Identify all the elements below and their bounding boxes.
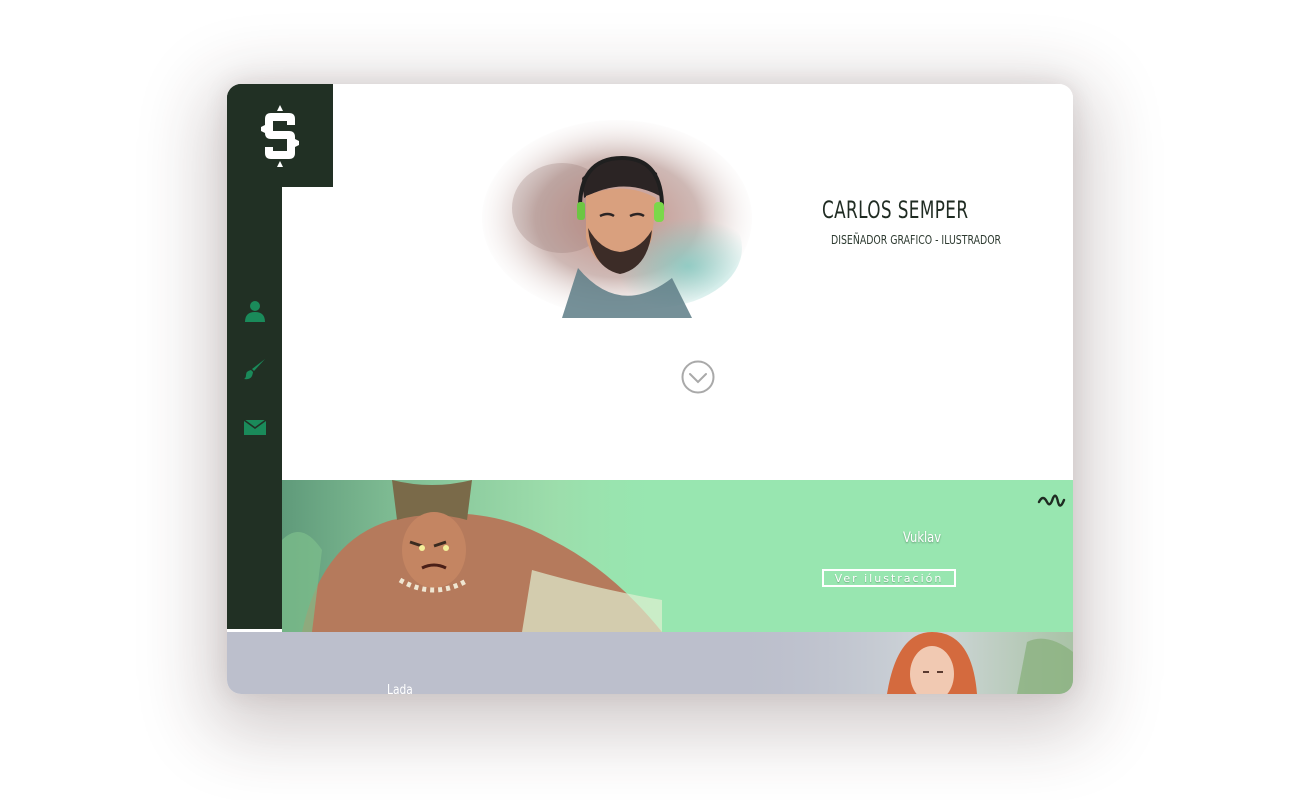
card-title: Vuklav xyxy=(902,530,942,546)
illustration-card-vuklav: Vuklav Ver ilustración xyxy=(282,480,1073,632)
illustration-preview xyxy=(727,632,1073,694)
illustration-preview xyxy=(282,480,672,632)
logo-icon xyxy=(261,104,299,167)
profile-role: DISEÑADOR GRAFICO - ILUSTRADOR xyxy=(831,233,1002,247)
portrait-illustration xyxy=(482,120,752,318)
user-icon[interactable] xyxy=(241,297,269,325)
browser-window: CARLOS SEMPER DISEÑADOR GRAFICO - ILUSTR… xyxy=(227,84,1073,694)
scroll-down-icon[interactable] xyxy=(681,360,715,394)
site-logo[interactable] xyxy=(227,84,333,187)
signature-logo-icon xyxy=(1037,494,1066,507)
card-title: Lada xyxy=(387,683,413,694)
hero-section: CARLOS SEMPER DISEÑADOR GRAFICO - ILUSTR… xyxy=(282,84,1073,480)
view-illustration-button[interactable]: Ver ilustración xyxy=(822,569,956,587)
profile-name: CARLOS SEMPER xyxy=(822,196,969,224)
mail-icon[interactable] xyxy=(241,413,269,441)
brush-icon[interactable] xyxy=(241,355,269,383)
illustration-card-lada: Lada xyxy=(227,632,1073,694)
